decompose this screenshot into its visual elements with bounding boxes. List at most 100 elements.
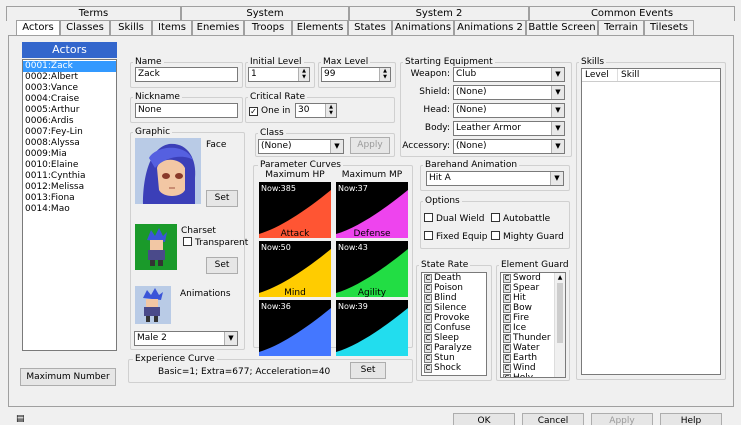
tab-animations[interactable]: Animations [392,20,454,35]
actor-list-item[interactable]: 0010:Elaine [23,160,116,171]
actors-list[interactable]: 0001:Zack 0002:Albert 0003:Vance 0004:Crais… [22,59,117,351]
critical-rate-field[interactable]: 30 ▲ ▼ [295,103,337,118]
ok-button[interactable]: OK [453,413,515,425]
state-rate-item[interactable]: C Provoke [422,313,486,323]
equipment-select[interactable]: Club ▼ [453,67,565,82]
autobattle-checkbox[interactable]: Autobattle [491,213,550,225]
tab-enemies[interactable]: Enemies [192,20,244,35]
cancel-button[interactable]: Cancel [522,413,584,425]
actor-list-item[interactable]: 0013:Fiona [23,193,116,204]
actor-list-item[interactable]: 0001:Zack [23,61,116,72]
initial-level-field[interactable]: 1 ▲ ▼ [248,67,310,82]
fixed-equip-checkbox[interactable]: Fixed Equip [424,231,488,243]
dual-wield-checkbox[interactable]: Dual Wield [424,213,484,225]
chevron-down-icon[interactable]: ▼ [224,332,237,345]
chevron-down-icon[interactable]: ▼ [550,172,563,185]
autobattle-check-box[interactable] [491,213,500,222]
actor-list-item[interactable]: 0012:Melissa [23,182,116,193]
actor-list-item[interactable]: 0008:Alyssa [23,138,116,149]
charset-set-button[interactable]: Set [206,257,238,274]
tab-actors[interactable]: Actors [16,20,60,35]
experience-set-button[interactable]: Set [350,362,386,379]
mighty-guard-checkbox[interactable]: Mighty Guard [491,231,564,243]
scroll-thumb[interactable] [557,283,563,343]
state-rate-rank: C [424,354,432,363]
tab-elements[interactable]: Elements [292,20,348,35]
chevron-down-icon[interactable]: ▼ [330,140,343,153]
tab-animations-2[interactable]: Animations 2 [454,20,526,35]
chevron-down-icon[interactable]: ▼ [551,68,564,81]
state-rate-item[interactable]: C Blind [422,293,486,303]
state-rate-item[interactable]: C Stun [422,353,486,363]
class-select[interactable]: (None) ▼ [258,139,344,154]
state-rate-item[interactable]: C Poison [422,283,486,293]
animation-select[interactable]: Male 2 ▼ [134,331,238,346]
tab-troops[interactable]: Troops [244,20,292,35]
actor-list-item[interactable]: 0003:Vance [23,83,116,94]
state-rate-item[interactable]: C Death [422,273,486,283]
class-apply-button[interactable]: Apply [350,137,390,154]
help-button[interactable]: Help [660,413,722,425]
state-rate-list[interactable]: C Death C Poison C Blind C Silence C Provoke C Conf… [421,272,487,376]
chevron-down-icon[interactable]: ▼ [551,104,564,117]
apply-button[interactable]: Apply [591,413,653,425]
actor-list-item[interactable]: 0009:Mia [23,149,116,160]
state-rate-item[interactable]: C Confuse [422,323,486,333]
chevron-down-icon[interactable]: ▼ [551,86,564,99]
transparent-checkbox[interactable]: Transparent [183,237,248,249]
equipment-select[interactable]: (None) ▼ [453,103,565,118]
tab-tilesets[interactable]: Tilesets [644,20,694,35]
tab-battle-screen[interactable]: Battle Screen [526,20,598,35]
name-field[interactable]: Zack [135,67,238,82]
skills-table[interactable]: Level Skill [581,68,721,375]
tab-states[interactable]: States [348,20,392,35]
critical-rate-check-box[interactable]: ✓ [249,107,258,116]
actor-list-item[interactable]: 0014:Mao [23,204,116,215]
face-set-button[interactable]: Set [206,190,238,207]
parameter-curve-now: Now:385 [261,184,296,193]
chevron-down-icon[interactable]: ▼ [551,122,564,135]
scroll-up-arrow[interactable]: ▲ [555,273,565,283]
actor-list-item[interactable]: 0004:Craise [23,94,116,105]
element-guard-scrollbar[interactable]: ▲ [554,273,565,377]
tab-classes[interactable]: Classes [60,20,110,35]
actor-list-item[interactable]: 0011:Cynthia [23,171,116,182]
equipment-select[interactable]: (None) ▼ [453,85,565,100]
initial-level-spinner[interactable]: ▲ ▼ [298,68,309,81]
skills-col-skill[interactable]: Skill [618,69,720,81]
footer-icon: ▤ [16,414,25,424]
tab-common-events[interactable]: Common Events [529,6,735,21]
equipment-select[interactable]: Leather Armor ▼ [453,121,565,136]
critical-rate-spinner[interactable]: ▲ ▼ [325,104,336,117]
chevron-down-icon[interactable]: ▼ [551,140,564,153]
barehand-animation-select[interactable]: Hit A ▼ [426,171,564,186]
state-rate-item-label: Poison [434,283,464,293]
tab-terrain[interactable]: Terrain [598,20,644,35]
actor-list-item[interactable]: 0002:Albert [23,72,116,83]
tab-terms[interactable]: Terms [6,6,181,21]
mighty-guard-check-box[interactable] [491,231,500,240]
parameter-curve-graph[interactable]: Agility Now:39 [336,288,408,356]
max-level-field[interactable]: 99 ▲ ▼ [321,67,391,82]
actor-list-item[interactable]: 0005:Arthur [23,105,116,116]
parameter-curve-graph[interactable]: Mind Now:36 [259,288,331,356]
state-rate-item[interactable]: C Silence [422,303,486,313]
transparent-check-box[interactable] [183,237,192,246]
actor-list-item[interactable]: 0006:Ardis [23,116,116,127]
skills-col-level[interactable]: Level [582,69,618,81]
equipment-select[interactable]: (None) ▼ [453,139,565,154]
dual-wield-check-box[interactable] [424,213,433,222]
tab-skills[interactable]: Skills [110,20,152,35]
maximum-number-button[interactable]: Maximum Number [20,368,116,386]
actor-list-item[interactable]: 0007:Fey-Lin [23,127,116,138]
tab-system[interactable]: System [181,6,349,21]
state-rate-item[interactable]: C Shock [422,363,486,373]
tab-system-2[interactable]: System 2 [349,6,529,21]
state-rate-item[interactable]: C Sleep [422,333,486,343]
max-level-spinner[interactable]: ▲ ▼ [379,68,390,81]
state-rate-item[interactable]: C Paralyze [422,343,486,353]
nickname-field[interactable]: None [135,103,238,118]
fixed-equip-check-box[interactable] [424,231,433,240]
tab-items[interactable]: Items [152,20,192,35]
critical-rate-checkbox[interactable]: ✓ One in [249,106,290,117]
